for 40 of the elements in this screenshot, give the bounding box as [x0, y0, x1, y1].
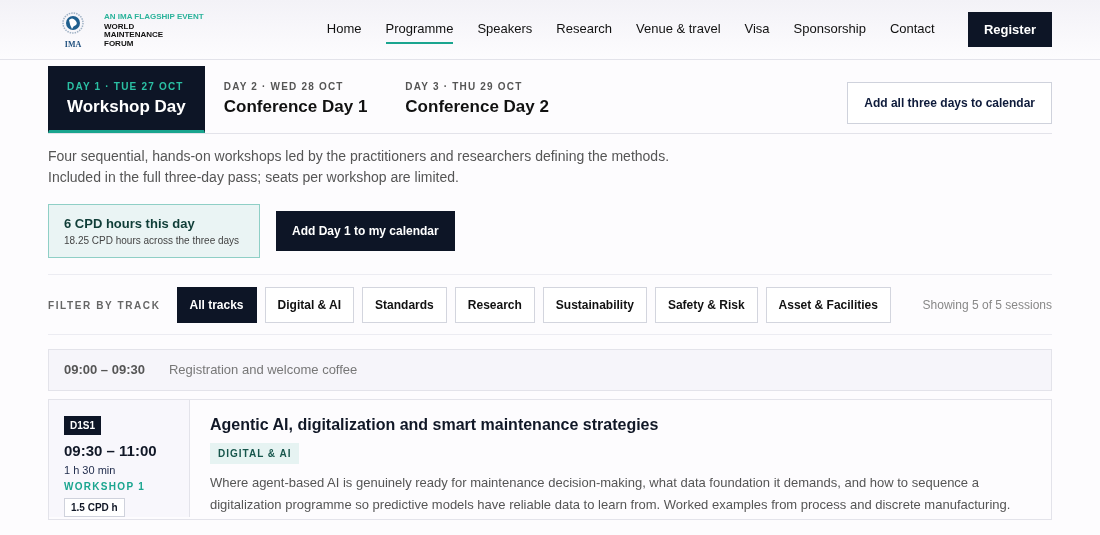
- track-filter-chip[interactable]: Sustainability: [542, 287, 647, 323]
- track-filter-chip[interactable]: Asset & Facilities: [765, 287, 891, 323]
- nav-link[interactable]: Contact: [889, 14, 935, 45]
- session-description: Where agent-based AI is genuinely ready for maintenance decision-making, what data foundation it demands, and how to sequence a digitalization programme so predictive models have reliable data to learn from. Worked examples from process and discrete manufacturing.: [210, 473, 1012, 514]
- filter-label: FILTER BY TRACK: [48, 298, 161, 313]
- nav-link[interactable]: Programme: [385, 14, 454, 45]
- logo-wordmark: WORLD MAINTENANCE FORUM: [104, 22, 165, 49]
- break-title: Registration and welcome coffee: [168, 361, 358, 379]
- session-duration: 1 h 30 min: [64, 463, 116, 478]
- logo-tagline: AN IMA FLAGSHIP EVENT: [104, 10, 204, 23]
- session-code: D1S1: [64, 415, 101, 435]
- cpd-hours-title: 6 CPD hours this day: [64, 214, 196, 233]
- globe-emblem-icon: [62, 11, 84, 34]
- track-tag: DIGITAL & AI: [210, 442, 300, 464]
- nav-link[interactable]: Home: [326, 14, 362, 45]
- intro-paragraph: Four sequential, hands-on workshops led by the practitioners and researchers defining the methods. Included in the full three-day pass; seats per workshop are limited.: [48, 146, 671, 187]
- track-filter-chip[interactable]: Standards: [362, 287, 447, 323]
- nav-link[interactable]: Sponsorship: [793, 14, 866, 45]
- session-time: 09:30 – 11:00: [64, 440, 157, 461]
- add-all-days-to-calendar-button[interactable]: Add all three days to calendar: [847, 81, 1052, 124]
- session-title: Agentic AI, digitalization and smart maintenance strategies: [210, 414, 659, 434]
- track-filter-chip[interactable]: Research: [454, 287, 535, 323]
- add-day-to-calendar-button[interactable]: Add Day 1 to my calendar: [276, 210, 455, 251]
- track-filter-chip[interactable]: All tracks: [176, 287, 257, 323]
- track-filter-chip[interactable]: Digital & AI: [264, 287, 355, 323]
- cpd-hours-subtitle: 18.25 CPD hours across the three days: [64, 234, 241, 248]
- register-button[interactable]: Register: [967, 11, 1052, 48]
- session-count: Showing 5 of 5 sessions: [922, 297, 1052, 314]
- day-tab[interactable]: DAY 3 · THU 29 OCT Conference Day 2: [386, 66, 568, 133]
- break-time: 09:00 – 09:30: [64, 361, 145, 379]
- emblem-text: IMA: [64, 40, 82, 49]
- day-tab[interactable]: DAY 2 · WED 28 OCT Conference Day 1: [204, 66, 387, 133]
- cpd-badge: 1.5 CPD h: [64, 497, 125, 517]
- day-tab[interactable]: DAY 1 · TUE 27 OCT Workshop Day: [48, 66, 205, 133]
- nav-link[interactable]: Visa: [744, 14, 770, 45]
- nav-link[interactable]: Venue & travel: [636, 14, 721, 45]
- nav-link[interactable]: Speakers: [477, 14, 533, 45]
- track-filter-chip[interactable]: Safety & Risk: [654, 287, 758, 323]
- workshop-label: WORKSHOP 1: [64, 479, 146, 494]
- nav-link[interactable]: Research: [556, 14, 612, 45]
